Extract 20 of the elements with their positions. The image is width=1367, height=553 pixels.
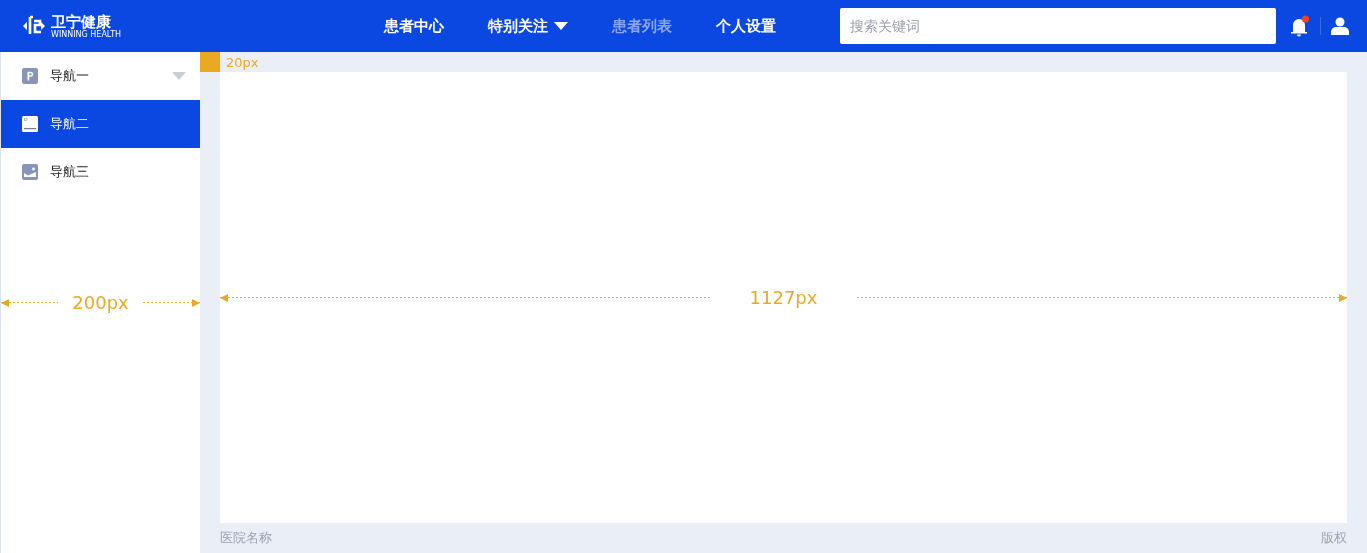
dimension-label: 1127px <box>748 287 819 308</box>
nav-link[interactable]: 患者中心 <box>384 16 444 36</box>
hospital-name: 医院名称 <box>220 529 272 547</box>
nav-link[interactable]: 特别关注 <box>488 16 568 36</box>
sidebar-item[interactable]: 导航一 <box>1 52 200 100</box>
copyright-text: 版权 <box>1321 529 1347 547</box>
nav-link[interactable]: 个人设置 <box>716 16 776 36</box>
search-field[interactable]: 搜索关键词 <box>840 8 1276 44</box>
letter-icon <box>22 68 38 84</box>
sidebar-item[interactable]: 导航二 <box>1 100 200 148</box>
image-icon <box>22 164 38 180</box>
spacing-marker <box>200 52 220 72</box>
user-icon[interactable] <box>1331 17 1349 35</box>
dimension-label: 20px <box>226 54 259 70</box>
logo-name: 卫宁健康 <box>51 13 111 30</box>
document-icon <box>22 116 38 132</box>
bell-icon[interactable] <box>1290 15 1310 37</box>
dimension-label: 200px <box>71 292 130 313</box>
logo-subtitle: WINNING HEALTH <box>51 29 122 39</box>
sidebar-item[interactable]: 导航三 <box>1 148 200 196</box>
